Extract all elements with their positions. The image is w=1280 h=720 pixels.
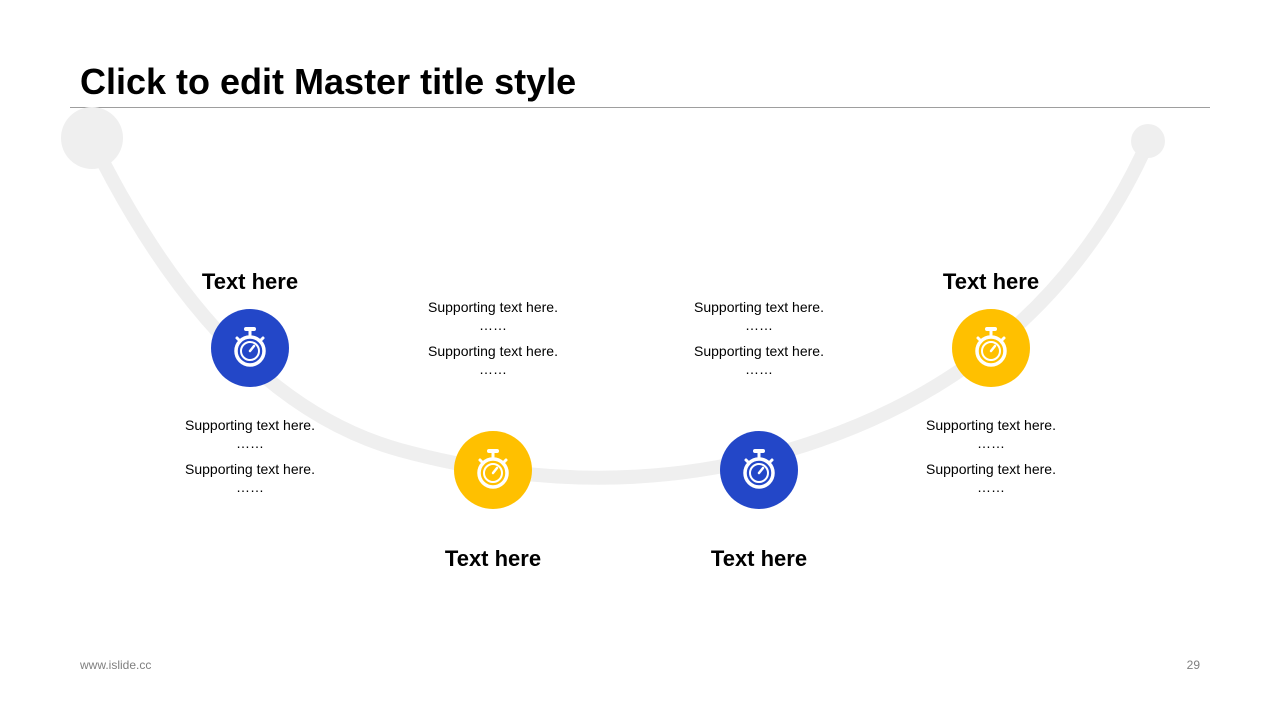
- step-1-support: Supporting text here. …… Supporting text…: [140, 416, 360, 504]
- support-ellipsis: ……: [977, 479, 1005, 495]
- stopwatch-icon: [743, 449, 775, 489]
- step-2-heading: Text here: [444, 546, 542, 571]
- step-4-support: Supporting text here. …… Supporting text…: [881, 416, 1101, 504]
- step-1-node: [211, 309, 289, 387]
- support-ellipsis: ……: [977, 435, 1005, 451]
- support-line: Supporting text here.: [926, 461, 1056, 477]
- step-3-support: Supporting text here. …… Supporting text…: [649, 298, 869, 386]
- stopwatch-icon: [477, 449, 509, 489]
- support-ellipsis: ……: [236, 479, 264, 495]
- support-line: Supporting text here.: [926, 417, 1056, 433]
- support-line: Supporting text here.: [428, 299, 558, 315]
- step-1-heading: Text here: [201, 269, 299, 294]
- arc-end-dot: [1131, 124, 1165, 158]
- page-number: 29: [1186, 658, 1200, 672]
- support-ellipsis: ……: [745, 317, 773, 333]
- support-ellipsis: ……: [236, 435, 264, 451]
- support-ellipsis: ……: [479, 361, 507, 377]
- step-2-support: Supporting text here. …… Supporting text…: [383, 298, 603, 386]
- step-2-node: [454, 431, 532, 509]
- stopwatch-icon: [234, 327, 266, 367]
- support-line: Supporting text here.: [428, 343, 558, 359]
- arc-start-dot: [61, 107, 123, 169]
- step-3-heading: Text here: [710, 546, 808, 571]
- support-line: Supporting text here.: [694, 343, 824, 359]
- stopwatch-icon: [975, 327, 1007, 367]
- step-4-heading: Text here: [942, 269, 1040, 294]
- support-ellipsis: ……: [479, 317, 507, 333]
- support-line: Supporting text here.: [185, 417, 315, 433]
- support-line: Supporting text here.: [694, 299, 824, 315]
- footer-url: www.islide.cc: [80, 658, 152, 672]
- step-4-node: [952, 309, 1030, 387]
- timeline-arc: [61, 107, 1165, 485]
- step-3-node: [720, 431, 798, 509]
- support-ellipsis: ……: [745, 361, 773, 377]
- support-line: Supporting text here.: [185, 461, 315, 477]
